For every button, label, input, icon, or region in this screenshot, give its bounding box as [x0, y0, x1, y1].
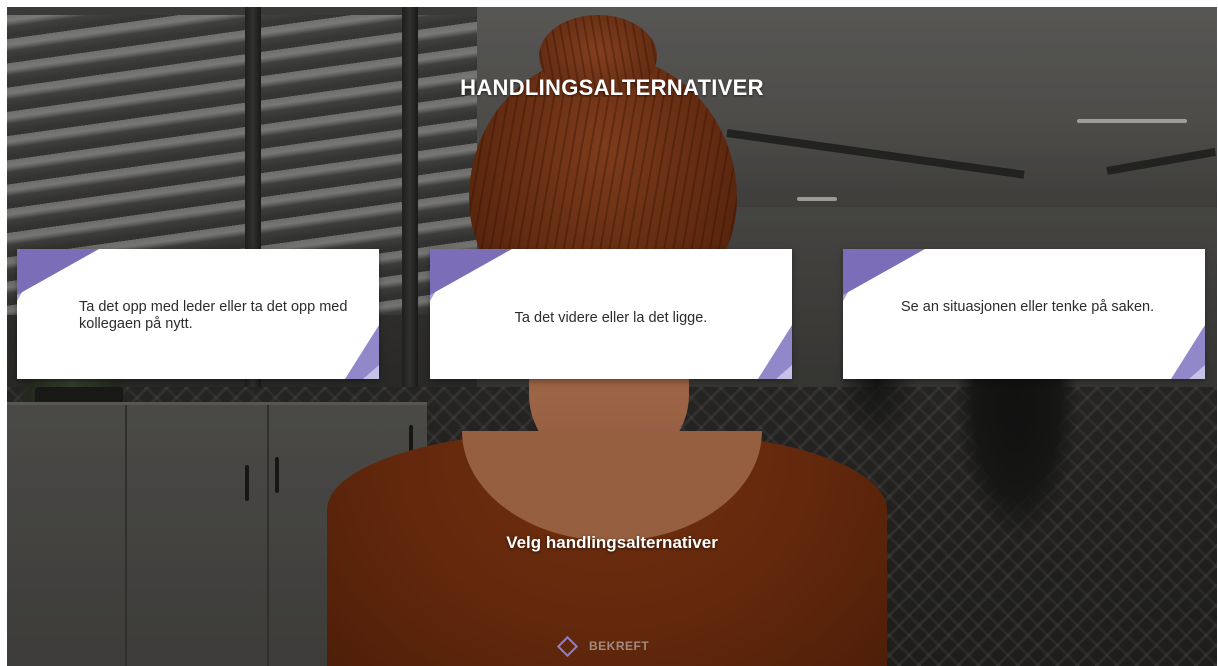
- option-card-2[interactable]: Ta det videre eller la det ligge.: [430, 249, 792, 379]
- card-corner-decoration: [843, 249, 925, 295]
- instruction-text: Velg handlingsalternativer: [506, 533, 718, 552]
- card-corner-decoration: [363, 365, 379, 379]
- option-text: Ta det opp med leder eller ta det opp me…: [79, 299, 348, 332]
- confirm-button[interactable]: BEKREFT: [556, 633, 650, 659]
- confirm-label: BEKREFT: [589, 639, 650, 653]
- card-corner-decoration: [17, 249, 99, 295]
- option-card-1[interactable]: Ta det opp med leder eller ta det opp me…: [17, 249, 379, 379]
- screen-title: HANDLINGSALTERNATIVER: [460, 75, 764, 100]
- card-corner-decoration: [430, 249, 512, 295]
- option-text: Ta det videre eller la det ligge.: [514, 310, 708, 326]
- card-corner-decoration: [776, 365, 792, 379]
- diamond-icon: [556, 635, 579, 657]
- option-text: Se an situasjonen eller tenke på saken.: [901, 299, 1155, 315]
- option-card-3[interactable]: Se an situasjonen eller tenke på saken.: [843, 249, 1205, 379]
- game-screen: HANDLINGSALTERNATIVER Ta det opp med led…: [7, 7, 1217, 666]
- card-corner-decoration: [1189, 365, 1205, 379]
